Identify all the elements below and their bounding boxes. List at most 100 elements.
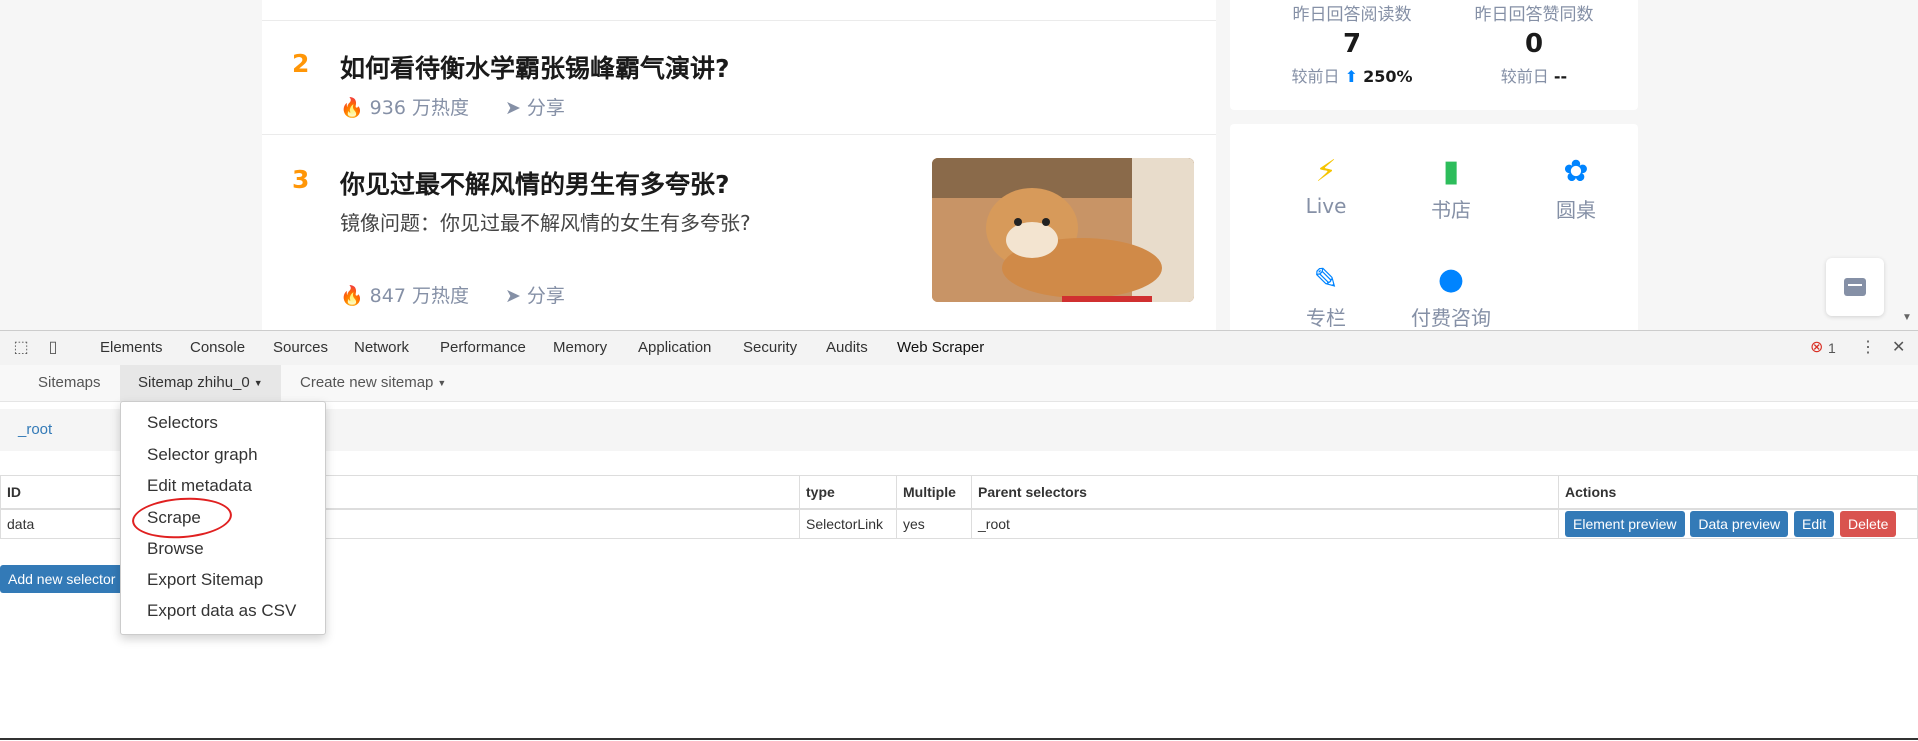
stat-value: 0 bbox=[1524, 29, 1544, 59]
tool-label: Live bbox=[1305, 194, 1347, 218]
answer-stats-card: 昨日回答阅读数 7 较前日 ⬆ 250% 昨日回答赞同数 0 较前日 -- bbox=[1230, 0, 1638, 110]
menu-item-edit-metadata[interactable]: Edit metadata bbox=[147, 474, 252, 498]
nav-create-sitemap[interactable]: Create new sitemap ▼ bbox=[282, 365, 464, 401]
header-type: type bbox=[799, 475, 897, 510]
rank-number: 2 bbox=[292, 49, 310, 78]
devtools-tabbar: ⬚ ▯ Elements Console Sources Network Per… bbox=[0, 331, 1918, 367]
stat-compare: 较前日 -- bbox=[1452, 63, 1616, 87]
question-subtitle: 镜像问题：你见过最不解风情的女生有多夸张? bbox=[340, 211, 751, 235]
device-toggle-icon[interactable]: ▯ bbox=[44, 339, 62, 357]
stat-reads: 昨日回答阅读数 7 较前日 ⬆ 250% bbox=[1270, 0, 1434, 87]
lightning-icon: ⚡ bbox=[1315, 154, 1337, 189]
header-multiple: Multiple bbox=[896, 475, 972, 510]
inspect-cursor-icon[interactable]: ⬚ bbox=[12, 339, 30, 357]
stat-label: 昨日回答阅读数 bbox=[1292, 5, 1412, 25]
nav-create-label: Create new sitemap bbox=[300, 374, 434, 391]
webpage-viewport: 2 如何看待衡水学霸张锡峰霸气演讲? 🔥 936 万热度 ➤ 分享 3 你见过最不解… bbox=[0, 0, 1918, 330]
item-meta: 🔥 847 万热度 ➤ 分享 bbox=[340, 281, 565, 308]
compare-value: 250% bbox=[1363, 67, 1413, 86]
menu-item-selectors[interactable]: Selectors bbox=[147, 411, 218, 435]
pen-icon: ✎ bbox=[1313, 262, 1339, 297]
close-icon[interactable]: ✕ bbox=[1892, 331, 1905, 365]
error-icon[interactable]: ⊗ bbox=[1810, 331, 1823, 365]
share-button[interactable]: ➤ 分享 bbox=[505, 281, 565, 308]
dog-image bbox=[932, 158, 1194, 302]
caret-down-icon: ▼ bbox=[437, 378, 447, 389]
inbox-icon bbox=[1844, 278, 1866, 296]
tool-consult[interactable]: ● 付费咨询 bbox=[1391, 258, 1511, 330]
tab-elements[interactable]: Elements bbox=[90, 331, 173, 365]
nav-sitemap-label: Sitemap zhihu_0 bbox=[138, 374, 250, 391]
heat-metric: 🔥 847 万热度 bbox=[340, 281, 469, 308]
hot-list-feed: 2 如何看待衡水学霸张锡峰霸气演讲? 🔥 936 万热度 ➤ 分享 3 你见过最不解… bbox=[262, 0, 1216, 330]
fire-icon: 🔥 bbox=[340, 97, 364, 119]
tab-performance[interactable]: Performance bbox=[430, 331, 536, 365]
menu-item-browse[interactable]: Browse bbox=[147, 537, 204, 561]
more-options-icon[interactable]: ⋮ bbox=[1860, 331, 1876, 365]
error-count[interactable]: 1 bbox=[1828, 331, 1836, 365]
share-label: 分享 bbox=[526, 285, 565, 307]
tool-label: 圆桌 bbox=[1556, 198, 1596, 222]
tool-label: 书店 bbox=[1431, 198, 1471, 222]
heat-label: 936 万热度 bbox=[369, 97, 469, 119]
tab-web-scraper[interactable]: Web Scraper bbox=[887, 331, 995, 367]
element-preview-button[interactable]: Element preview bbox=[1565, 511, 1685, 537]
cell-multiple: yes bbox=[896, 508, 972, 539]
data-preview-button[interactable]: Data preview bbox=[1690, 511, 1789, 537]
creator-tools-card: ⚡ Live ▮ 书店 ✿ 圆桌 ✎ 专栏 ● 付费咨询 bbox=[1230, 124, 1638, 330]
compare-label: 较前日 bbox=[1500, 67, 1549, 86]
item-meta: 🔥 936 万热度 ➤ 分享 bbox=[340, 93, 565, 120]
fire-icon: 🔥 bbox=[340, 285, 364, 307]
menu-item-export-sitemap[interactable]: Export Sitemap bbox=[147, 568, 263, 592]
hot-list-item[interactable]: 2 如何看待衡水学霸张锡峰霸气演讲? 🔥 936 万热度 ➤ 分享 bbox=[262, 20, 1216, 135]
cell-actions: Element preview Data preview Edit Delete bbox=[1558, 508, 1918, 539]
tab-network[interactable]: Network bbox=[344, 331, 419, 365]
tool-bookstore[interactable]: ▮ 书店 bbox=[1391, 150, 1511, 223]
cell-type: SelectorLink bbox=[799, 508, 897, 539]
tool-label: 专栏 bbox=[1306, 306, 1346, 330]
heat-label: 847 万热度 bbox=[369, 285, 469, 307]
stat-likes: 昨日回答赞同数 0 较前日 -- bbox=[1452, 0, 1616, 87]
tab-memory[interactable]: Memory bbox=[543, 331, 617, 365]
webscraper-navbar: Sitemaps Sitemap zhihu_0 ▼ Create new sit… bbox=[0, 365, 1918, 402]
floating-action-button[interactable] bbox=[1826, 258, 1884, 316]
tab-console[interactable]: Console bbox=[180, 331, 255, 365]
scroll-down-arrow[interactable]: ▼ bbox=[1902, 312, 1912, 323]
tool-roundtable[interactable]: ✿ 圆桌 bbox=[1516, 150, 1636, 223]
tool-column[interactable]: ✎ 专栏 bbox=[1266, 258, 1386, 330]
compare-label: 较前日 bbox=[1291, 67, 1340, 86]
menu-item-selector-graph[interactable]: Selector graph bbox=[147, 443, 258, 467]
compare-value: -- bbox=[1553, 67, 1568, 86]
stat-value: 7 bbox=[1342, 29, 1362, 59]
tab-sources[interactable]: Sources bbox=[263, 331, 338, 365]
tab-security[interactable]: Security bbox=[733, 331, 807, 365]
nav-sitemaps[interactable]: Sitemaps bbox=[20, 365, 119, 401]
menu-item-export-csv[interactable]: Export data as CSV bbox=[147, 599, 296, 623]
tool-live[interactable]: ⚡ Live bbox=[1266, 150, 1386, 218]
stat-label: 昨日回答赞同数 bbox=[1474, 5, 1594, 25]
share-label: 分享 bbox=[526, 97, 565, 119]
arrow-up-icon: ⬆ bbox=[1344, 67, 1358, 86]
paper-plane-icon: ➤ bbox=[504, 97, 521, 119]
stat-compare: 较前日 ⬆ 250% bbox=[1270, 63, 1434, 87]
nav-sitemap-dropdown[interactable]: Sitemap zhihu_0 ▼ bbox=[120, 365, 281, 401]
add-new-selector-button[interactable]: Add new selector bbox=[0, 565, 124, 593]
question-thumbnail[interactable] bbox=[932, 158, 1194, 302]
tab-audits[interactable]: Audits bbox=[816, 331, 878, 365]
delete-button[interactable]: Delete bbox=[1840, 511, 1897, 537]
flower-icon: ✿ bbox=[1563, 154, 1589, 189]
edit-button[interactable]: Edit bbox=[1793, 511, 1835, 537]
header-actions: Actions bbox=[1558, 475, 1918, 510]
paper-plane-icon: ➤ bbox=[504, 285, 521, 307]
tab-application[interactable]: Application bbox=[628, 331, 721, 365]
caret-down-icon: ▼ bbox=[253, 378, 263, 389]
share-button[interactable]: ➤ 分享 bbox=[505, 93, 565, 120]
book-icon: ▮ bbox=[1442, 154, 1460, 189]
breadcrumb-root[interactable]: _root bbox=[18, 421, 52, 438]
question-title[interactable]: 你见过最不解风情的男生有多夸张? bbox=[340, 165, 730, 201]
heat-metric: 🔥 936 万热度 bbox=[340, 93, 469, 120]
consult-icon: ● bbox=[1437, 262, 1465, 297]
devtools-panel: ⬚ ▯ Elements Console Sources Network Per… bbox=[0, 330, 1918, 741]
question-title[interactable]: 如何看待衡水学霸张锡峰霸气演讲? bbox=[340, 49, 730, 85]
rank-number: 3 bbox=[292, 165, 310, 194]
